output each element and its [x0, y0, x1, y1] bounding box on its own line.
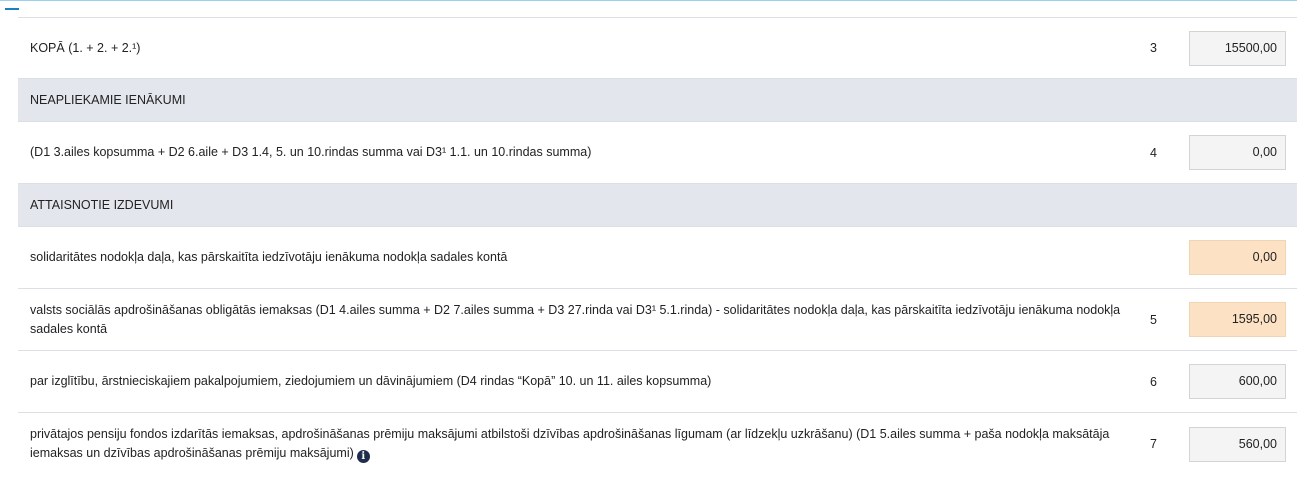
row-pension-insurance: privātajos pensiju fondos izdarītās iema…	[18, 413, 1297, 475]
row-solidarity-tax: solidaritātes nodokļa daļa, kas pārskait…	[18, 227, 1297, 289]
row-label: solidaritātes nodokļa daļa, kas pārskait…	[30, 250, 508, 264]
row-number: 3	[1150, 41, 1157, 55]
row-number: 4	[1150, 145, 1157, 160]
solidarity-tax-field[interactable]: 0,00	[1189, 240, 1286, 275]
social-insurance-field[interactable]: 1595,00	[1189, 302, 1286, 337]
education-medical-field[interactable]: 600,00	[1189, 364, 1286, 399]
row-label: privātajos pensiju fondos izdarītās iema…	[30, 425, 1137, 463]
declaration-form-table: KOPĀ (1. + 2. + 2.¹) 3 15500,00 NEAPLIEK…	[18, 17, 1297, 475]
section-title: ATTAISNOTIE IZDEVUMI	[30, 197, 174, 212]
row-number: 5	[1150, 312, 1157, 327]
row-total: KOPĀ (1. + 2. + 2.¹) 3 15500,00	[18, 18, 1297, 79]
pension-insurance-field[interactable]: 560,00	[1189, 426, 1286, 462]
top-divider	[0, 0, 1297, 1]
row-non-taxable-income: (D1 3.ailes kopsumma + D2 6.aile + D3 1.…	[18, 122, 1297, 184]
active-indicator	[5, 8, 19, 10]
row-label: (D1 3.ailes kopsumma + D2 6.aile + D3 1.…	[30, 145, 592, 159]
row-number: 7	[1150, 437, 1157, 451]
row-label: KOPĀ (1. + 2. + 2.¹)	[30, 40, 141, 55]
top-accent	[0, 0, 1297, 12]
row-label: par izglītību, ārstnieciskajiem pakalpoj…	[30, 374, 712, 388]
section-header-non-taxable-income: NEAPLIEKAMIE IENĀKUMI	[18, 79, 1297, 122]
row-education-medical: par izglītību, ārstnieciskajiem pakalpoj…	[18, 351, 1297, 413]
non-taxable-income-field[interactable]: 0,00	[1189, 135, 1286, 170]
info-circle-icon[interactable]: i	[356, 450, 370, 463]
row-number: 6	[1150, 374, 1157, 389]
row-label: valsts sociālās apdrošināšanas obligātās…	[30, 302, 1121, 336]
row-social-insurance: valsts sociālās apdrošināšanas obligātās…	[18, 289, 1297, 351]
section-header-justified-expenses: ATTAISNOTIE IZDEVUMI	[18, 184, 1297, 227]
row-label-text: privātajos pensiju fondos izdarītās iema…	[30, 427, 1110, 460]
total-income-field[interactable]: 15500,00	[1189, 30, 1286, 66]
section-title: NEAPLIEKAMIE IENĀKUMI	[30, 92, 186, 107]
